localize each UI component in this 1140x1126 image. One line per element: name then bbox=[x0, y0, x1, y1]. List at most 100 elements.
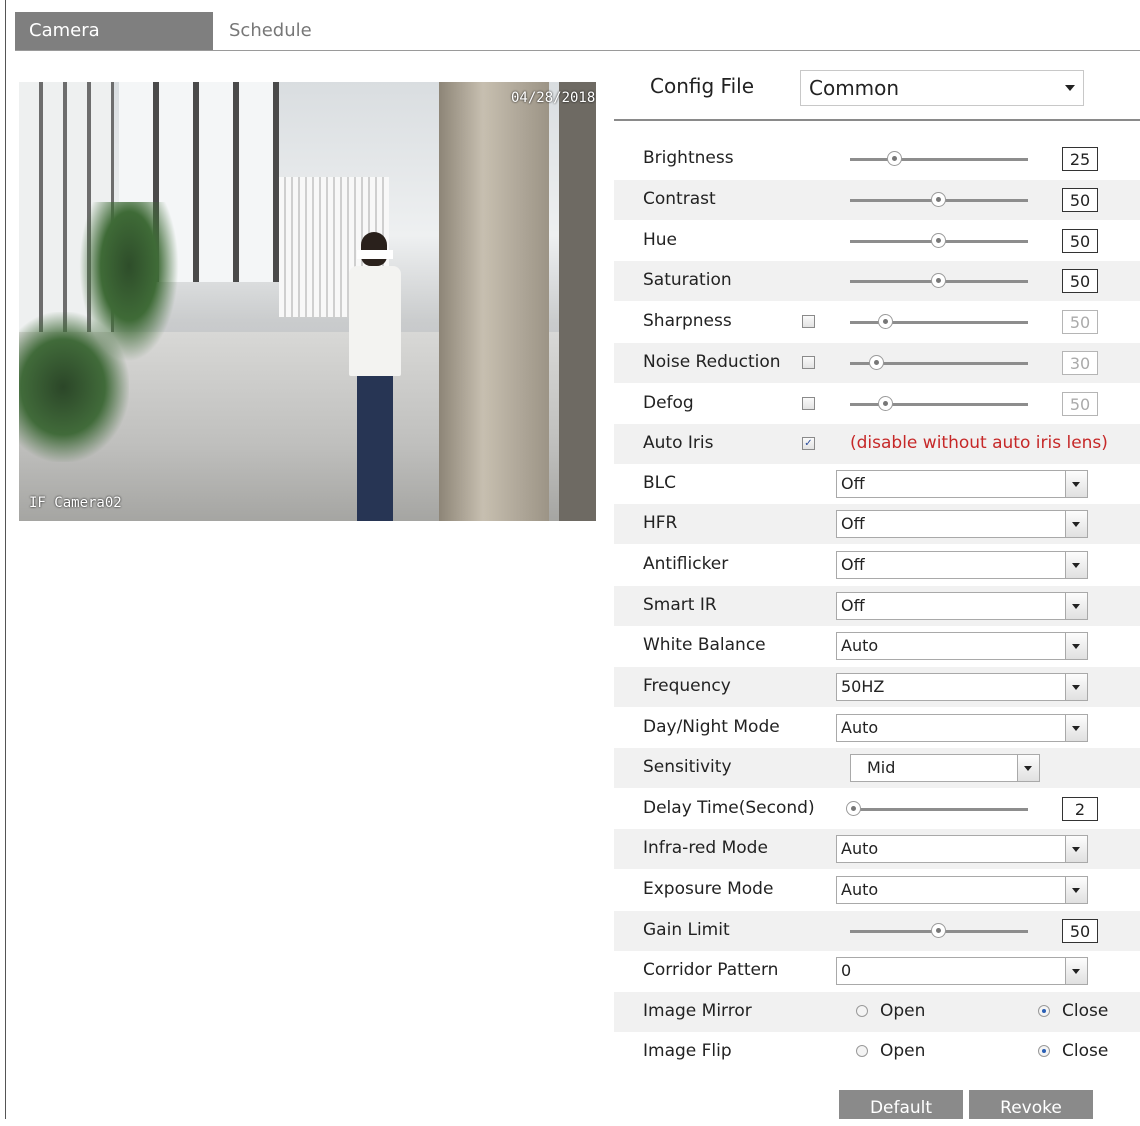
gain-limit-value-input[interactable]: 50 bbox=[1062, 919, 1098, 943]
saturation-slider[interactable] bbox=[850, 273, 1028, 288]
noise-reduction-slider-thumb[interactable] bbox=[868, 355, 884, 370]
tab-bar: Camera Parameters Schedule bbox=[15, 12, 1140, 79]
defog-value-input[interactable]: 50 bbox=[1062, 392, 1098, 416]
brightness-slider[interactable] bbox=[850, 151, 1028, 166]
row-brightness: Brightness 25 bbox=[614, 139, 1140, 179]
white-balance-select[interactable]: Auto bbox=[836, 632, 1088, 660]
row-noise-reduction: Noise Reduction 30 bbox=[614, 343, 1140, 383]
frequency-select[interactable]: 50HZ bbox=[836, 673, 1088, 701]
brightness-slider-thumb[interactable] bbox=[886, 151, 902, 166]
blc-label: BLC bbox=[643, 473, 677, 493]
chevron-down-icon[interactable] bbox=[1065, 593, 1087, 619]
chevron-down-icon[interactable] bbox=[1017, 755, 1039, 781]
corridor-pattern-select[interactable]: 0 bbox=[836, 957, 1088, 985]
sharpness-slider-thumb[interactable] bbox=[877, 314, 893, 329]
hfr-label: HFR bbox=[643, 513, 678, 533]
image-mirror-close-label: Close bbox=[1062, 1001, 1109, 1021]
noise-reduction-value-input[interactable]: 30 bbox=[1062, 351, 1098, 375]
defog-slider[interactable] bbox=[850, 396, 1028, 411]
sharpness-slider[interactable] bbox=[850, 314, 1028, 329]
row-antiflicker: Antiflicker Off bbox=[614, 545, 1140, 585]
defog-checkbox[interactable] bbox=[802, 397, 815, 410]
sharpness-checkbox[interactable] bbox=[802, 315, 815, 328]
white-balance-label: White Balance bbox=[643, 635, 766, 655]
hfr-value: Off bbox=[841, 514, 865, 533]
exposure-mode-select[interactable]: Auto bbox=[836, 876, 1088, 904]
delay-time-slider[interactable] bbox=[845, 801, 1028, 816]
saturation-slider-thumb[interactable] bbox=[931, 273, 946, 288]
antiflicker-label: Antiflicker bbox=[643, 554, 729, 574]
hue-slider[interactable] bbox=[850, 233, 1028, 248]
config-file-select[interactable]: Common bbox=[800, 70, 1084, 106]
sensitivity-select[interactable]: Mid bbox=[850, 754, 1040, 782]
image-flip-open-radio[interactable] bbox=[856, 1045, 868, 1057]
hfr-select[interactable]: Off bbox=[836, 510, 1088, 538]
row-smart-ir: Smart IR Off bbox=[614, 586, 1140, 626]
noise-reduction-slider[interactable] bbox=[850, 355, 1028, 370]
chevron-down-icon[interactable] bbox=[1065, 877, 1087, 903]
defog-label: Defog bbox=[643, 393, 694, 413]
blc-value: Off bbox=[841, 474, 865, 493]
row-gain-limit: Gain Limit 50 bbox=[614, 911, 1140, 951]
row-image-mirror: Image Mirror Open Close bbox=[614, 992, 1140, 1032]
noise-reduction-label: Noise Reduction bbox=[643, 352, 781, 372]
day-night-mode-label: Day/Night Mode bbox=[643, 717, 780, 737]
row-white-balance: White Balance Auto bbox=[614, 626, 1140, 666]
row-auto-iris: Auto Iris ✓ (disable without auto iris l… bbox=[614, 424, 1140, 464]
tab-schedule[interactable]: Schedule bbox=[215, 12, 326, 50]
row-defog: Defog 50 bbox=[614, 384, 1140, 424]
chevron-down-icon[interactable] bbox=[1065, 552, 1087, 578]
chevron-down-icon[interactable] bbox=[1065, 633, 1087, 659]
blc-select[interactable]: Off bbox=[836, 470, 1088, 498]
default-button[interactable]: Default bbox=[839, 1090, 963, 1119]
image-mirror-open-label: Open bbox=[880, 1001, 926, 1021]
row-day-night-mode: Day/Night Mode Auto bbox=[614, 708, 1140, 748]
gain-limit-slider-thumb[interactable] bbox=[931, 923, 946, 938]
tab-camera-parameters[interactable]: Camera Parameters bbox=[15, 12, 213, 79]
image-mirror-open-radio[interactable] bbox=[856, 1005, 868, 1017]
smart-ir-select[interactable]: Off bbox=[836, 592, 1088, 620]
infrared-mode-select[interactable]: Auto bbox=[836, 835, 1088, 863]
brightness-value-input[interactable]: 25 bbox=[1062, 147, 1098, 171]
antiflicker-value: Off bbox=[841, 555, 865, 574]
smart-ir-label: Smart IR bbox=[643, 595, 717, 615]
gain-limit-slider[interactable] bbox=[850, 923, 1028, 938]
chevron-down-icon[interactable] bbox=[1065, 958, 1087, 984]
row-exposure-mode: Exposure Mode Auto bbox=[614, 870, 1140, 910]
delay-time-value-input[interactable]: 2 bbox=[1062, 797, 1098, 821]
chevron-down-icon[interactable] bbox=[1065, 674, 1087, 700]
day-night-mode-select[interactable]: Auto bbox=[836, 714, 1088, 742]
chevron-down-icon[interactable] bbox=[1065, 836, 1087, 862]
revoke-button[interactable]: Revoke bbox=[969, 1090, 1093, 1119]
corridor-pattern-label: Corridor Pattern bbox=[643, 960, 779, 980]
row-sharpness: Sharpness 50 bbox=[614, 302, 1140, 342]
config-divider bbox=[614, 119, 1140, 121]
image-mirror-close-radio[interactable] bbox=[1038, 1005, 1050, 1017]
sharpness-value-input[interactable]: 50 bbox=[1062, 310, 1098, 334]
contrast-slider[interactable] bbox=[850, 192, 1028, 207]
hue-value-input[interactable]: 50 bbox=[1062, 229, 1098, 253]
contrast-slider-thumb[interactable] bbox=[931, 192, 946, 207]
auto-iris-label: Auto Iris bbox=[643, 433, 714, 453]
delay-time-slider-thumb[interactable] bbox=[845, 801, 861, 816]
video-camera-name-overlay: IF Camera02 bbox=[29, 495, 122, 511]
image-flip-close-radio[interactable] bbox=[1038, 1045, 1050, 1057]
chevron-down-icon[interactable] bbox=[1065, 511, 1087, 537]
chevron-down-icon[interactable] bbox=[1065, 471, 1087, 497]
auto-iris-checkbox[interactable]: ✓ bbox=[802, 437, 815, 450]
row-delay-time: Delay Time(Second) 2 bbox=[614, 789, 1140, 829]
defog-slider-thumb[interactable] bbox=[877, 396, 893, 411]
chevron-down-icon bbox=[1065, 85, 1075, 91]
saturation-label: Saturation bbox=[643, 270, 732, 290]
antiflicker-select[interactable]: Off bbox=[836, 551, 1088, 579]
sharpness-label: Sharpness bbox=[643, 311, 732, 331]
noise-reduction-checkbox[interactable] bbox=[802, 356, 815, 369]
video-pillar bbox=[439, 82, 549, 521]
corridor-pattern-value: 0 bbox=[841, 961, 852, 980]
gain-limit-label: Gain Limit bbox=[643, 920, 730, 940]
contrast-value-input[interactable]: 50 bbox=[1062, 188, 1098, 212]
chevron-down-icon[interactable] bbox=[1065, 715, 1087, 741]
live-video-preview[interactable]: 04/28/2018 IF Camera02 bbox=[19, 82, 596, 521]
hue-slider-thumb[interactable] bbox=[931, 233, 946, 248]
saturation-value-input[interactable]: 50 bbox=[1062, 269, 1098, 293]
